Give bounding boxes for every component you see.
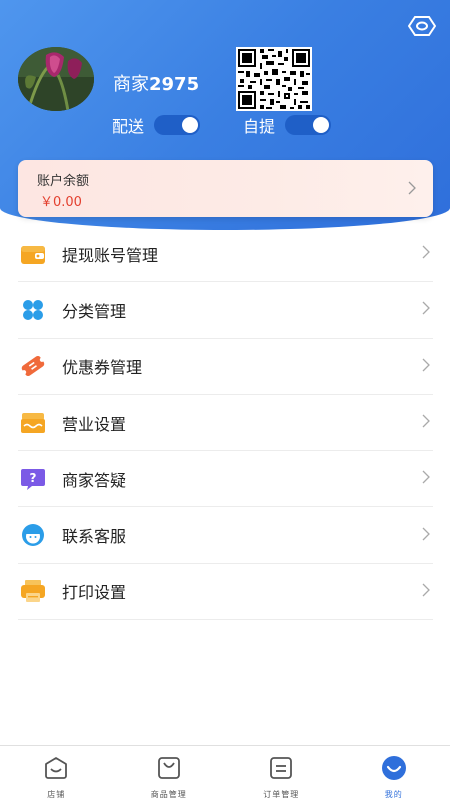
pickup-toggle[interactable] [285,115,332,135]
wallet-icon [20,241,46,267]
printer-icon [20,578,46,604]
delivery-toggle-row: 配送 [112,113,201,137]
svg-text:?: ? [30,471,37,485]
menu-item-business-settings[interactable]: 营业设置 [18,395,433,452]
coupon-icon [20,353,46,379]
toggle-knob [182,117,199,133]
menu-item-label: 商家答疑 [62,470,127,490]
bag-icon [156,755,182,781]
menu-item-contact-support[interactable]: 联系客服 [18,507,433,564]
category-icon [20,297,46,323]
eye-icon[interactable] [407,12,437,40]
chevron-right-icon [421,244,431,263]
toggle-knob [313,117,330,133]
chevron-right-icon [421,413,431,432]
nav-tab-label: 店铺 [47,790,66,799]
menu-item-label: 打印设置 [62,583,127,603]
menu-item-withdraw-account[interactable]: 提现账号管理 [18,226,433,283]
menu-item-coupon-management[interactable]: 优惠券管理 [18,339,433,395]
store-icon [43,755,69,781]
avatar[interactable] [18,47,94,111]
menu-item-print-settings[interactable]: 打印设置 [18,564,433,621]
menu-item-label: 提现账号管理 [62,245,159,265]
chevron-right-icon [407,180,417,199]
chevron-right-icon [421,300,431,319]
chevron-right-icon [421,469,431,488]
chevron-right-icon [421,582,431,601]
store-name: 商家2975 [113,70,199,96]
qr-code-icon[interactable] [236,47,312,111]
profile-icon [381,755,407,781]
nav-tab-store[interactable]: 店铺 [0,746,113,800]
account-balance-card[interactable]: 账户余额 ￥0.00 [18,160,433,217]
customer-service-icon [20,522,46,548]
pickup-label: 自提 [243,117,276,136]
delivery-label: 配送 [112,117,145,136]
menu-item-label: 分类管理 [62,301,127,321]
balance-value: ￥0.00 [40,195,82,210]
store-name-prefix: 商家 [113,74,149,95]
nav-tab-label: 我的 [384,790,403,799]
menu-item-category-management[interactable]: 分类管理 [18,282,433,339]
nav-tab-label: 商品管理 [150,790,187,799]
menu-item-merchant-faq[interactable]: ? 商家答疑 [18,451,433,508]
menu-item-label: 营业设置 [62,414,127,434]
order-icon [268,755,294,781]
menu-item-label: 联系客服 [62,527,127,547]
nav-tab-profile[interactable]: 我的 [338,746,450,800]
pickup-toggle-row: 自提 [243,113,332,137]
faq-icon: ? [20,466,46,492]
nav-tab-order-management[interactable]: 订单管理 [225,746,338,800]
store-settings-icon [20,410,46,436]
delivery-toggle[interactable] [154,115,201,135]
bottom-navigation: 店铺 商品管理 订单管理 我的 [0,745,450,800]
store-number: 2975 [149,74,200,95]
nav-tab-label: 订单管理 [263,790,300,799]
balance-title: 账户余额 [37,174,90,189]
chevron-right-icon [421,357,431,376]
menu-item-label: 优惠券管理 [62,358,143,378]
chevron-right-icon [421,526,431,545]
settings-menu: 提现账号管理 分类管理 优惠券管理 营业设置 ? 商家答疑 联系客服 打印设置 [18,226,433,621]
nav-tab-product-management[interactable]: 商品管理 [113,746,226,800]
